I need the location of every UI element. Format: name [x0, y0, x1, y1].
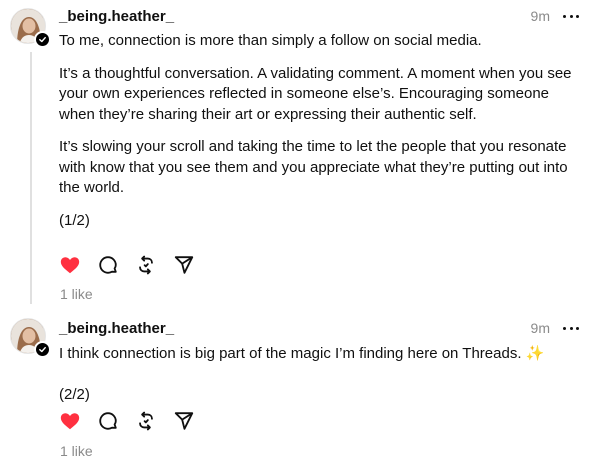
- share-icon[interactable]: [173, 409, 211, 433]
- action-bar: [59, 253, 211, 277]
- like-count[interactable]: 1 like: [60, 443, 93, 459]
- post-text: I think connection is big part of the ma…: [59, 345, 522, 362]
- comment-icon[interactable]: [97, 409, 135, 433]
- more-icon[interactable]: [563, 320, 579, 336]
- post-body: I think connection is big part of the ma…: [59, 344, 587, 405]
- verified-badge-icon: [34, 341, 51, 358]
- username[interactable]: _being.heather_: [59, 8, 174, 25]
- post-paragraph: (2/2): [59, 385, 90, 403]
- repost-icon[interactable]: [135, 409, 173, 433]
- verified-badge-icon: [34, 31, 51, 48]
- post-paragraph: It’s slowing your scroll and taking the …: [59, 138, 568, 196]
- more-icon[interactable]: [563, 8, 579, 24]
- heart-icon[interactable]: [59, 409, 97, 433]
- thread-post-1: _being.heather_ 9m To me, connection is …: [0, 0, 597, 310]
- post-paragraph: To me, connection is more than simply a …: [59, 32, 482, 49]
- action-bar: [59, 409, 211, 433]
- post-paragraph: I think connection is big part of the ma…: [59, 344, 587, 365]
- sparkles-emoji: ✨: [525, 345, 545, 362]
- heart-icon[interactable]: [59, 253, 97, 277]
- post-paragraph: (1/2): [59, 211, 90, 229]
- username[interactable]: _being.heather_: [59, 320, 174, 337]
- avatar-container[interactable]: [10, 8, 51, 48]
- timestamp[interactable]: 9m: [531, 320, 550, 336]
- post-body: To me, connection is more than simply a …: [59, 31, 587, 231]
- post-paragraph: It’s a thoughtful conversation. A valida…: [59, 64, 572, 123]
- thread-line: [30, 52, 32, 304]
- thread-post-2: _being.heather_ 9m I think connection is…: [0, 312, 597, 466]
- timestamp[interactable]: 9m: [531, 8, 550, 24]
- like-count[interactable]: 1 like: [60, 286, 93, 302]
- share-icon[interactable]: [173, 253, 211, 277]
- repost-icon[interactable]: [135, 253, 173, 277]
- avatar-container[interactable]: [10, 318, 51, 358]
- comment-icon[interactable]: [97, 253, 135, 277]
